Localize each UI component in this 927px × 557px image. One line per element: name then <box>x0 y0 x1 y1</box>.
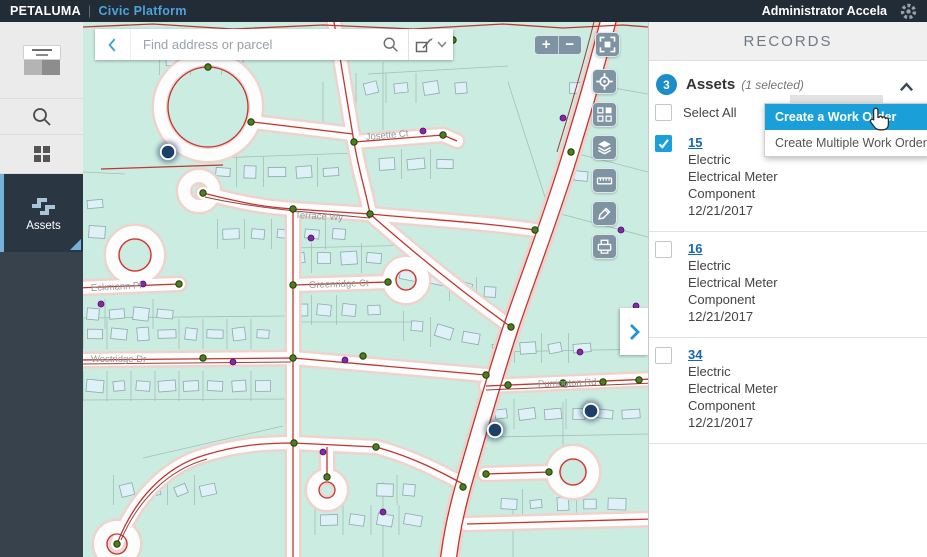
street-label: Purrington Rd <box>538 377 597 390</box>
layers-button[interactable] <box>592 135 617 160</box>
asset-subtype: Electrical Meter <box>688 274 778 291</box>
zoom-out-button[interactable]: − <box>559 36 582 54</box>
assets-section-header: 3 Assets (1 selected) <box>649 61 927 95</box>
locate-button[interactable] <box>592 69 617 94</box>
draw-pencil-button[interactable] <box>592 201 617 226</box>
pencil-icon <box>595 204 614 223</box>
chevron-down-icon <box>437 41 447 48</box>
asset-list: 15 Electric Electrical Meter Component 1… <box>649 126 927 444</box>
sidebar-item-search[interactable] <box>0 99 83 135</box>
asset-type: Electric <box>688 363 778 380</box>
left-sidebar: Assets <box>0 22 83 557</box>
print-icon <box>595 237 614 256</box>
asset-id-link[interactable]: 34 <box>688 346 702 363</box>
zoom-in-button[interactable]: + <box>535 36 558 54</box>
asset-id-link[interactable]: 15 <box>688 134 702 151</box>
asset-date: 12/21/2017 <box>688 308 778 325</box>
breadcrumb: PETALUMA|Civic Platform <box>10 4 187 18</box>
asset-subtype: Electrical Meter <box>688 168 778 185</box>
menu-item-create-multiple-work-orders[interactable]: Create Multiple Work Orders <box>765 130 927 156</box>
chevron-left-icon <box>103 35 123 55</box>
menu-item-create-work-order[interactable]: Create a Work Order <box>765 104 927 130</box>
asset-category: Component <box>688 397 778 414</box>
select-all-checkbox[interactable] <box>655 104 672 121</box>
asset-checkbox[interactable] <box>655 347 672 364</box>
selection-note: (1 selected) <box>741 78 804 92</box>
sidebar-item-apps[interactable] <box>0 135 83 174</box>
settings-gear-icon[interactable] <box>900 3 917 20</box>
map-area[interactable]: Josette Ct Terrace Wy Greenridge Ct Eckm… <box>83 22 648 557</box>
actions-dropdown-menu: Create a Work Order Create Multiple Work… <box>764 103 927 157</box>
records-title: RECORDS <box>743 33 832 50</box>
check-icon <box>657 137 670 150</box>
app-root: PETALUMA|Civic Platform Administrator Ac… <box>0 0 927 557</box>
map-search-bar <box>95 29 453 60</box>
chevron-right-icon <box>626 322 642 342</box>
print-button[interactable] <box>592 234 617 259</box>
street-label: Greenridge Ct <box>309 278 369 291</box>
extent-button[interactable] <box>595 32 620 57</box>
records-panel-header: RECORDS <box>649 22 927 61</box>
brand-name: PETALUMA <box>10 4 81 18</box>
draw-select-button[interactable] <box>409 29 453 60</box>
asset-date: 12/21/2017 <box>688 414 778 431</box>
basemap-icon <box>24 46 60 75</box>
search-input[interactable] <box>131 37 374 52</box>
sidebar-item-assets-label: Assets <box>26 220 61 232</box>
sidebar-filler <box>0 252 83 557</box>
search-icon <box>31 106 53 128</box>
layers-icon <box>595 138 614 157</box>
sidebar-item-basemap[interactable] <box>0 22 83 99</box>
zoom-controls: + − <box>534 35 582 55</box>
collapse-section-icon[interactable] <box>899 79 914 97</box>
asset-checkbox[interactable] <box>655 241 672 258</box>
sidebar-item-assets[interactable]: Assets <box>0 174 83 252</box>
section-title: Assets <box>686 76 735 93</box>
grid-icon <box>33 145 51 163</box>
assets-pipe-icon <box>30 194 57 215</box>
measure-button[interactable] <box>592 168 617 193</box>
asset-category: Component <box>688 185 778 202</box>
street-label: Westridge Dr <box>91 354 146 365</box>
map-search-button[interactable] <box>374 36 408 54</box>
select-by-shape-icon <box>415 36 434 54</box>
asset-list-item: 34 Electric Electrical Meter Component 1… <box>649 338 927 444</box>
product-name: Civic Platform <box>98 4 186 18</box>
count-badge: 3 <box>656 74 677 95</box>
user-name[interactable]: Administrator Accela <box>762 4 887 18</box>
panel-expand-tab[interactable] <box>620 308 648 355</box>
asset-category: Component <box>688 291 778 308</box>
asset-list-item: 16 Electric Electrical Meter Component 1… <box>649 232 927 338</box>
top-bar: PETALUMA|Civic Platform Administrator Ac… <box>0 0 927 22</box>
collapse-search-button[interactable] <box>95 29 131 60</box>
asset-subtype: Electrical Meter <box>688 380 778 397</box>
asset-checkbox[interactable] <box>655 135 672 152</box>
measure-ruler-icon <box>595 171 614 190</box>
asset-type: Electric <box>688 257 778 274</box>
locate-target-icon <box>595 72 614 91</box>
asset-id-link[interactable]: 16 <box>688 240 702 257</box>
records-panel: RECORDS 3 Assets (1 selected) Select All… <box>648 22 927 557</box>
basemap-gallery-button[interactable] <box>592 102 617 127</box>
map-canvas: Josette Ct Terrace Wy Greenridge Ct Eckm… <box>83 22 648 557</box>
search-icon <box>382 36 400 54</box>
select-all-label: Select All <box>683 105 736 120</box>
asset-date: 12/21/2017 <box>688 202 778 219</box>
basemap-gallery-icon <box>595 105 614 124</box>
extent-icon <box>598 35 617 54</box>
